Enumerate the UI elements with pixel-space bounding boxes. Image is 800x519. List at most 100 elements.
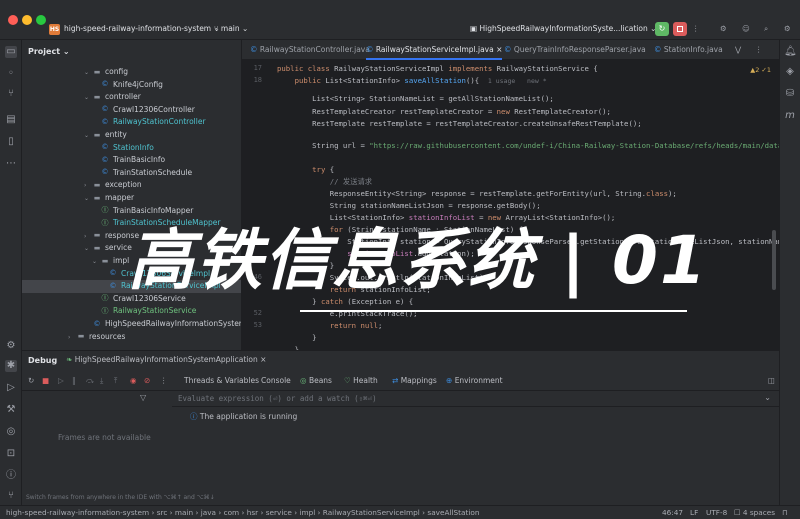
close-icon[interactable]: × bbox=[260, 355, 266, 364]
terminal-icon[interactable]: ⊡ bbox=[5, 448, 17, 460]
gradle-icon[interactable]: ◈ bbox=[784, 66, 796, 78]
problems-icon[interactable]: ⓘ bbox=[5, 470, 17, 482]
breadcrumb-item[interactable]: high-speed-railway-information-system bbox=[6, 508, 149, 517]
editor-scrollbar[interactable] bbox=[772, 230, 776, 290]
bookmarks-icon[interactable]: ▯ bbox=[5, 136, 17, 148]
class-icon: © bbox=[101, 80, 109, 89]
chevron-right-icon[interactable]: › bbox=[68, 332, 76, 345]
file-encoding[interactable]: UTF-8 bbox=[706, 508, 727, 517]
step-into-icon[interactable]: ⤓ bbox=[100, 376, 103, 386]
line-separator[interactable]: LF bbox=[690, 508, 698, 517]
breadcrumb-item[interactable]: main bbox=[175, 508, 193, 517]
settings-icon[interactable]: ⚙ bbox=[784, 24, 791, 33]
git-icon[interactable]: ⑂ bbox=[5, 490, 17, 502]
tree-item[interactable]: › ▬ exception bbox=[22, 179, 241, 192]
mute-breakpoints-icon[interactable]: ⊘ bbox=[144, 376, 150, 385]
tab-query-train-info-parser[interactable]: © QueryTrainInfoResponseParser.java bbox=[504, 40, 646, 60]
breadcrumb-item[interactable]: java bbox=[201, 508, 216, 517]
tab-mappings[interactable]: ⇄ Mappings bbox=[392, 376, 437, 385]
more-tabs-icon[interactable]: ⋮ bbox=[755, 40, 763, 60]
tree-item[interactable]: Ⓘ RailwayStationService bbox=[22, 305, 241, 318]
stop-icon[interactable]: ■ bbox=[42, 376, 49, 385]
zoom-window-button[interactable] bbox=[36, 15, 46, 25]
project-tool-icon[interactable]: ▭ bbox=[5, 46, 17, 58]
tree-item[interactable]: › ▬ resources bbox=[22, 331, 241, 345]
rerun-icon[interactable]: ↻ bbox=[655, 22, 669, 36]
endpoints-icon[interactable]: ◎ bbox=[5, 426, 17, 438]
more-actions-icon[interactable]: ⋮ bbox=[692, 24, 700, 33]
structure-icon[interactable]: ▤ bbox=[5, 114, 17, 126]
pause-icon[interactable]: ‖ bbox=[72, 376, 76, 385]
minimize-window-button[interactable] bbox=[22, 15, 32, 25]
tree-item[interactable]: © RailwayStationController bbox=[22, 116, 241, 129]
run-config-selector[interactable]: ▣ HighSpeedRailwayInformationSyste...lic… bbox=[470, 24, 656, 33]
search-icon[interactable]: ⌕ bbox=[764, 24, 768, 34]
inspection-widget[interactable]: ▲2 ✓1 bbox=[750, 66, 771, 74]
more-tools-icon[interactable]: ⋯ bbox=[5, 158, 17, 170]
tab-health[interactable]: ♡ Health bbox=[344, 376, 378, 385]
database-icon[interactable]: ⛁ bbox=[784, 88, 796, 100]
close-icon[interactable]: × bbox=[496, 45, 502, 54]
indent-settings[interactable]: ☐ 4 spaces bbox=[734, 508, 775, 517]
tree-item[interactable]: © Knife4jConfig bbox=[22, 79, 241, 92]
debug-session-tab[interactable]: ❧ HighSpeedRailwayInformationSystemAppli… bbox=[66, 355, 266, 364]
breadcrumb-item[interactable]: service bbox=[266, 508, 292, 517]
tab-railway-station-service-impl[interactable]: © RailwayStationServiceImpl.java × bbox=[366, 40, 503, 60]
build-tool-icon[interactable]: ⚒ bbox=[5, 404, 17, 416]
tree-item[interactable]: ⌄ ▬ entity bbox=[22, 129, 241, 142]
debug-tool-icon[interactable]: ✱ bbox=[5, 360, 17, 372]
breadcrumb-item[interactable]: impl bbox=[299, 508, 315, 517]
breadcrumb-item[interactable]: saveAllStation bbox=[427, 508, 479, 517]
tree-item[interactable]: © TrainStationSchedule bbox=[22, 167, 241, 180]
tree-item-label: exception bbox=[105, 180, 142, 190]
run-tool-icon[interactable]: ▷ bbox=[5, 382, 17, 394]
spring-icon: ❧ bbox=[66, 355, 73, 364]
tree-item[interactable]: ⌄ ▬ config bbox=[22, 66, 241, 79]
resume-icon[interactable]: ▷ bbox=[58, 376, 64, 385]
close-window-button[interactable] bbox=[8, 15, 18, 25]
breadcrumb-item[interactable]: RailwayStationServiceImpl bbox=[323, 508, 420, 517]
code-editor[interactable]: ▲2 ✓1 17 18 46 52 53 public class RailwaySta… bbox=[242, 60, 779, 350]
services-icon[interactable]: ⚙ bbox=[5, 340, 17, 352]
breadcrumb-item[interactable]: com bbox=[224, 508, 240, 517]
branch-switcher[interactable]: ⑂ main ⌄ bbox=[214, 24, 248, 33]
tab-overflow-icon[interactable]: ⋁ bbox=[735, 40, 741, 60]
cursor-position[interactable]: 46:47 bbox=[662, 508, 683, 517]
more-icon[interactable]: ⋮ bbox=[160, 376, 168, 385]
tab-railway-station-controller[interactable]: © RailwayStationController.java bbox=[250, 40, 370, 60]
lock-icon[interactable]: ⊓ bbox=[782, 508, 788, 517]
add-user-icon[interactable]: ☺ bbox=[742, 24, 750, 33]
breadcrumb-item[interactable]: hsr bbox=[247, 508, 258, 517]
rerun-icon[interactable]: ↻ bbox=[28, 376, 34, 385]
pull-requests-icon[interactable]: ⑂ bbox=[5, 88, 17, 100]
tree-item[interactable]: © HighSpeedRailwayInformationSystemApplic… bbox=[22, 318, 242, 331]
stop-button[interactable] bbox=[673, 22, 687, 36]
notifications-icon[interactable]: 🔔︎ bbox=[784, 46, 797, 58]
tab-beans[interactable]: ◎ Beans bbox=[300, 376, 332, 385]
tree-item-label: Crawl12306Controller bbox=[113, 104, 195, 114]
breadcrumb-item[interactable]: src bbox=[157, 508, 168, 517]
tree-item[interactable]: © TrainBasicInfo bbox=[22, 154, 241, 167]
tab-threads-variables[interactable]: Threads & Variables bbox=[184, 376, 259, 385]
tab-environment[interactable]: ⊕ Environment bbox=[446, 376, 503, 385]
filter-icon[interactable]: ▽ bbox=[140, 393, 146, 402]
tab-console[interactable]: Console bbox=[261, 376, 291, 385]
tree-item[interactable]: © Crawl12306Controller bbox=[22, 104, 241, 117]
tab-station-info[interactable]: © StationInfo.java bbox=[654, 40, 723, 60]
tree-item[interactable]: © StationInfo bbox=[22, 142, 241, 155]
maven-icon[interactable]: m bbox=[784, 110, 796, 122]
project-switcher[interactable]: high-speed-railway-information-system ⌄ bbox=[64, 24, 220, 33]
chevron-right-icon: › bbox=[239, 508, 247, 517]
step-out-icon[interactable]: ⤒ bbox=[114, 376, 117, 386]
step-over-icon[interactable]: ⤼ bbox=[86, 376, 94, 386]
ai-assistant-icon[interactable]: ⚙ bbox=[720, 24, 727, 33]
chevron-down-icon[interactable]: ⌄ bbox=[764, 393, 771, 402]
evaluate-expression-input[interactable]: Evaluate expression (⏎) or add a watch (… bbox=[172, 391, 779, 407]
layout-icon[interactable]: ◫ bbox=[768, 376, 775, 385]
tree-item[interactable]: ⌄ ▬ controller bbox=[22, 91, 241, 104]
tree-item[interactable]: ⌄ ▬ mapper bbox=[22, 192, 241, 205]
commit-tool-icon[interactable]: ◦ bbox=[5, 68, 17, 80]
view-breakpoints-icon[interactable]: ◉ bbox=[130, 376, 137, 385]
code-line: RestTemplate restTemplate = restTemplate… bbox=[277, 119, 642, 128]
class-icon: © bbox=[504, 45, 512, 54]
